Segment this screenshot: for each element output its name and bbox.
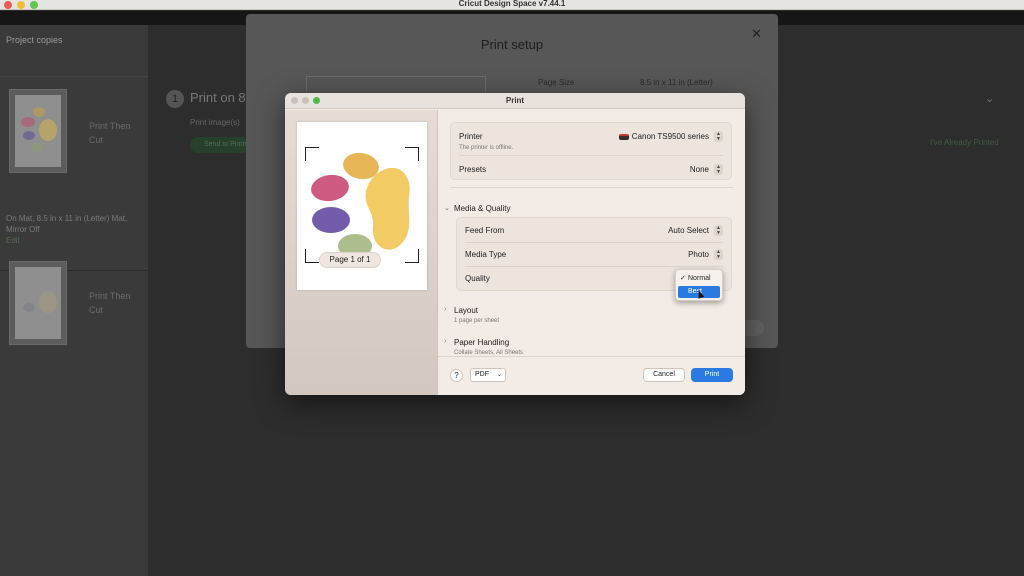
media-type-value[interactable]: Photo [688,250,709,259]
window-titlebar: Cricut Design Space v7.44.1 [0,0,1024,10]
mat-label-line: Print Then [89,291,131,301]
mat-art-blob [21,289,35,299]
media-quality-heading[interactable]: ⌄ Media & Quality [444,204,511,213]
mat-label-2: Print Then Cut [89,289,130,317]
presets-label: Presets [459,165,487,174]
mat-label-1: Print Then Cut [89,119,130,147]
mat-art-blob [39,119,57,141]
chevron-down-icon[interactable]: ⌄ [985,92,994,105]
layout-label: Layout [454,306,479,315]
mat-label-line: Print Then [89,121,131,131]
page-size-value[interactable]: 8.5 in x 11 in (Letter) [640,78,713,87]
feed-from-value[interactable]: Auto Select [668,226,709,235]
sidebar-header: Project copies [0,25,148,77]
print-dialog-footer: ? PDF ⌄ Cancel Print [438,356,745,395]
paper-handling-label: Paper Handling [454,338,510,347]
printer-row[interactable]: Printer Canon TS9500 series ▲ ▼ The print… [451,125,731,151]
chevron-right-icon: › [444,338,447,345]
print-dialog-title: Print [505,96,525,105]
sidebar: Project copies Print Then Cut On Mat, 8.… [0,25,148,576]
chevron-updown-icon[interactable]: ▲ ▼ [714,131,723,142]
mat-label-line: Cut [89,305,104,315]
page-size-label: Page Size [538,78,575,87]
presets-value[interactable]: None [690,165,709,174]
media-type-row[interactable]: Media Type Photo ▲ ▼ [457,243,731,265]
section-divider [450,187,733,188]
sidebar-title: Project copies [6,35,63,45]
mat-art-blob [23,303,35,312]
edit-link[interactable]: Edit [6,235,146,246]
cancel-button[interactable]: Cancel [643,368,685,382]
close-icon[interactable]: ✕ [751,26,762,42]
step-number: 1 [166,90,184,108]
step-heading: 1 Print on 8 [166,90,246,108]
print-preview-pane: Page 1 of 1 [285,110,438,395]
app-title: Cricut Design Space v7.44.1 [458,0,566,8]
mat-caption-text: On Mat, 8.5 in x 11 in (Letter) Mat, Mir… [6,214,128,234]
mat-art-blob [31,143,43,152]
checkmark-icon: ✓ [680,275,686,282]
media-type-label: Media Type [465,250,507,259]
print-dialog-titlebar: Print [285,93,745,109]
setup-preview-frame [306,76,486,94]
printer-icon [618,134,629,140]
row-divider [459,155,723,156]
printer-label: Printer [459,132,483,141]
send-to-printer-button[interactable]: Send to Printer [190,137,250,153]
layout-section[interactable]: › Layout 1 page per sheet [444,306,500,324]
print-dialog: Print Page 1 of 1 Printer Canon TS9500 s… [285,93,745,395]
help-button[interactable]: ? [450,369,463,382]
mat-art-blob [23,131,35,140]
chevron-down-icon: ⌄ [444,205,450,212]
mat-label-line: Cut [89,135,104,145]
feed-from-label: Feed From [465,226,505,235]
feed-from-row[interactable]: Feed From Auto Select ▲ ▼ [457,219,731,241]
chevron-updown-icon[interactable]: ▲ ▼ [714,164,723,175]
mat-art-blob [39,291,57,313]
option-label: Normal [688,275,711,282]
media-quality-label: Media & Quality [454,204,511,213]
mat-art-blob [33,107,45,117]
mat-thumbnail-2[interactable] [9,261,67,345]
mat-art-blob [21,117,35,127]
pdf-menu-button[interactable]: PDF ⌄ [470,368,506,382]
mat-thumbnail-1[interactable] [9,89,67,173]
quality-option-normal[interactable]: ✓ Normal [678,273,720,285]
print-setup-title: Print setup [480,37,544,52]
step-subtitle: Print image(s) [190,118,240,127]
paper-handling-section[interactable]: › Paper Handling Collate Sheets, All She… [444,338,523,356]
pdf-label: PDF [475,371,489,378]
print-button[interactable]: Print [691,368,733,382]
mat-preview [15,267,61,339]
quality-label: Quality [465,274,490,283]
chevron-updown-icon[interactable]: ▲ ▼ [714,225,723,236]
chevron-down-icon: ⌄ [496,372,502,378]
presets-row[interactable]: Presets None ▲ ▼ [451,158,731,180]
mat-preview [15,95,61,167]
mat-caption: On Mat, 8.5 in x 11 in (Letter) Mat, Mir… [6,213,146,246]
printer-status: The printer is offline. [459,145,514,151]
printer-name: Canon TS9500 series [631,132,709,141]
already-printed-link[interactable]: I've Already Printed [930,138,999,147]
step-title: Print on 8 [190,90,246,105]
chevron-right-icon: › [444,306,447,313]
print-settings-pane: Printer Canon TS9500 series ▲ ▼ The print… [438,110,745,356]
chevron-updown-icon[interactable]: ▲ ▼ [714,249,723,260]
printer-value[interactable]: Canon TS9500 series [618,132,709,141]
printer-group: Printer Canon TS9500 series ▲ ▼ The print… [450,122,732,180]
page-indicator: Page 1 of 1 [319,252,381,268]
layout-summary: 1 page per sheet [454,318,500,324]
